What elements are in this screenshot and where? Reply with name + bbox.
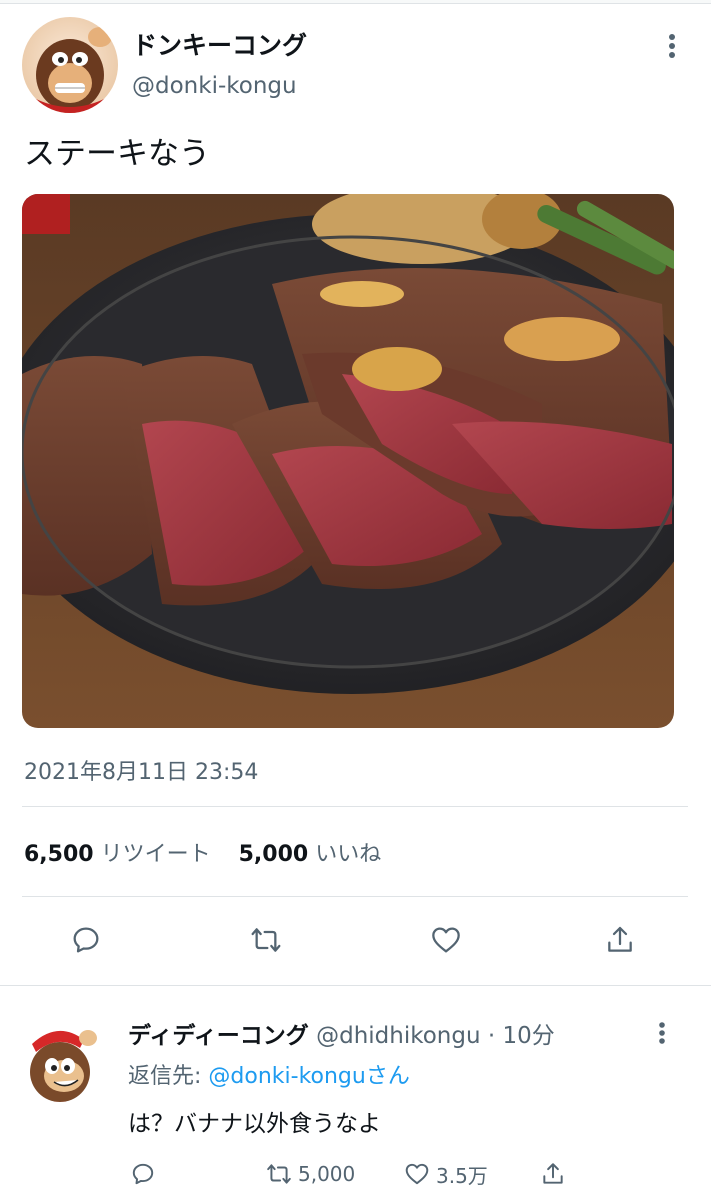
like-count-label: いいね	[315, 842, 382, 867]
reply-to-prefix: 返信先:	[128, 1064, 209, 1089]
reply-reply-button[interactable]	[130, 1158, 162, 1190]
reply-author-avatar[interactable]	[18, 1014, 102, 1106]
like-icon	[405, 1163, 429, 1185]
main-tweet: ドンキーコング @donki-kongu ステーキなう 2021年8月11日 2…	[0, 0, 711, 982]
reply-author-name[interactable]: ディディーコング	[128, 1023, 309, 1049]
retweet-icon	[251, 928, 281, 952]
reply-text: は？バナナ以外食うなよ	[128, 1111, 381, 1137]
reply-more-options-button[interactable]	[650, 1018, 674, 1048]
like-count[interactable]: 5,000 いいね	[239, 842, 382, 867]
more-options-button[interactable]	[660, 30, 684, 62]
author-avatar[interactable]	[22, 17, 118, 113]
reply-like-button[interactable]: 3.5万	[404, 1158, 488, 1190]
reply-header: ディディーコング @dhidhikongu · 10分	[128, 1016, 555, 1050]
retweet-count-value: 6,500	[24, 842, 94, 867]
more-icon	[669, 34, 675, 58]
tweet-timestamp[interactable]: 2021年8月11日 23:54	[24, 754, 258, 786]
retweet-icon	[267, 1164, 291, 1184]
donkey-kong-avatar-image	[22, 17, 118, 113]
steak-photo-image	[22, 194, 674, 728]
reply-button[interactable]	[64, 918, 108, 962]
tweet-separator	[0, 985, 711, 986]
divider	[22, 896, 688, 897]
author-handle[interactable]: @donki-kongu	[132, 73, 297, 99]
reply-like-count: 3.5万	[436, 1163, 488, 1188]
retweet-count[interactable]: 6,500 リツイート	[24, 842, 211, 867]
more-icon	[659, 1022, 665, 1044]
reply-share-button[interactable]	[540, 1158, 572, 1190]
author-name[interactable]: ドンキーコング	[132, 26, 307, 62]
share-icon	[608, 926, 632, 952]
reply-icon	[73, 927, 99, 953]
reply-to: 返信先: @donki-konguさん	[128, 1058, 410, 1090]
diddy-kong-avatar-image	[20, 1022, 100, 1102]
like-count-value: 5,000	[238, 842, 309, 867]
share-button[interactable]	[598, 918, 642, 962]
like-icon	[432, 927, 460, 953]
reply-icon	[132, 1163, 154, 1185]
retweet-count-label: リツイート	[100, 842, 211, 867]
reply-to-mention[interactable]: @donki-konguさん	[208, 1064, 409, 1089]
reply-retweet-button[interactable]: 5,000	[266, 1158, 355, 1190]
reply-retweet-count: 5,000	[298, 1162, 356, 1186]
reply-meta[interactable]: @dhidhikongu · 10分	[316, 1023, 555, 1049]
retweet-button[interactable]	[244, 918, 288, 962]
tweet-photo[interactable]	[22, 194, 674, 728]
divider	[22, 806, 688, 807]
tweet-stats: 6,500 リツイート 5,000 いいね	[24, 836, 381, 868]
tweet-text: ステーキなう	[24, 136, 210, 172]
like-button[interactable]	[424, 918, 468, 962]
share-icon	[543, 1163, 563, 1184]
